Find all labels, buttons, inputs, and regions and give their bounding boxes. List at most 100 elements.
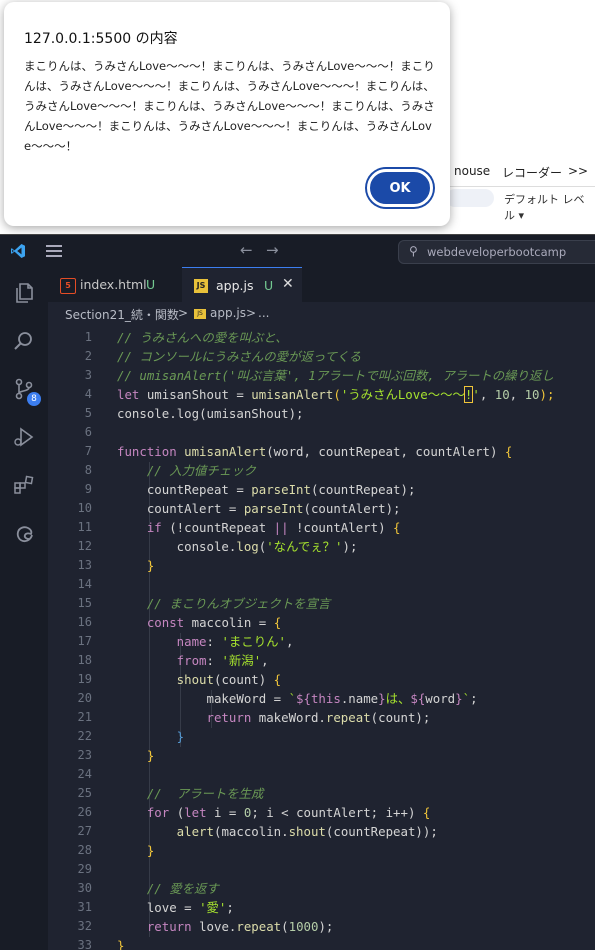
code-line[interactable]: 14 xyxy=(48,575,595,594)
code-editor[interactable]: 1 // うみさんへの愛を叫ぶと、 2 // コンソールにうみさんの愛が返ってくる 3 /… xyxy=(48,325,595,950)
code-token: love. xyxy=(199,919,237,934)
code-line[interactable]: 3 // umisanAlert('叫ぶ言葉', 1アラートで叫ぶ回数, アラート… xyxy=(48,366,595,385)
code-token: ); xyxy=(539,387,555,402)
code-token: umisanAlert xyxy=(251,387,334,402)
edge-devtools-icon[interactable] xyxy=(12,521,36,545)
code-line[interactable]: 27 alert(maccolin.shout(countRepeat)); xyxy=(48,822,595,841)
filter-input[interactable] xyxy=(446,189,494,207)
line-number: 4 xyxy=(84,387,92,401)
code-line[interactable]: 30 // 愛を返す xyxy=(48,879,595,898)
code-token: { xyxy=(393,520,401,535)
code-text: from: '新潟', xyxy=(117,651,269,670)
code-line[interactable]: 15 // まこりんオブジェクトを宣言 xyxy=(48,594,595,613)
code-token: '新潟' xyxy=(221,653,262,668)
code-line[interactable]: 11 if (!countRepeat || !countAlert) { xyxy=(48,518,595,537)
breadcrumb-folder[interactable]: Section21_続・関数 xyxy=(65,306,179,323)
close-icon[interactable]: ✕ xyxy=(282,276,294,292)
code-token: name xyxy=(117,634,207,649)
tab-index-html[interactable]: 5 index.html U xyxy=(48,267,178,302)
code-text: // アラートを生成 xyxy=(117,784,264,803)
line-number: 8 xyxy=(84,463,92,477)
code-line[interactable]: 8 // 入力値チェック xyxy=(48,461,595,480)
code-line[interactable]: 28 } xyxy=(48,841,595,860)
code-token: // うみさんへの愛を叫ぶと、 xyxy=(117,330,288,345)
code-token: ); xyxy=(318,919,334,934)
tab-app-js[interactable]: JS app.js U ✕ xyxy=(182,267,302,303)
code-token: makeWord. xyxy=(258,710,326,725)
code-line[interactable]: 6 xyxy=(48,423,595,442)
line-number: 32 xyxy=(77,919,92,933)
line-number: 31 xyxy=(77,900,92,914)
line-number: 23 xyxy=(77,748,92,762)
code-token: ' xyxy=(472,387,480,402)
command-center-search[interactable]: ⚲ webdeveloperbootcamp xyxy=(398,240,595,264)
code-line[interactable]: 20 makeWord = `${this.name}は、${word}`; xyxy=(48,689,595,708)
code-token: } xyxy=(117,729,185,744)
devtools-tab-recorder[interactable]: レコーダー xyxy=(502,164,562,181)
code-line[interactable]: 33} xyxy=(48,936,595,950)
code-token: parseInt xyxy=(251,482,311,497)
code-line[interactable]: 32 return love.repeat(1000); xyxy=(48,917,595,936)
search-icon[interactable] xyxy=(12,329,36,353)
code-token: // アラートを生成 xyxy=(117,786,264,801)
line-number: 12 xyxy=(77,539,92,553)
code-token: } xyxy=(378,691,386,706)
code-text: console.log(umisanShout); xyxy=(117,404,304,423)
code-line[interactable]: 29 xyxy=(48,860,595,879)
search-icon: ⚲ xyxy=(409,244,418,258)
code-line[interactable]: 2 // コンソールにうみさんの愛が返ってくる xyxy=(48,347,595,366)
run-debug-icon[interactable] xyxy=(12,425,36,449)
line-number: 15 xyxy=(77,596,92,610)
log-level-select[interactable]: デフォルト レベル ▾ xyxy=(504,191,595,223)
code-token: || xyxy=(273,520,289,535)
alert-message: まこりんは、うみさんLove〜〜〜！まこりんは、うみさんLove〜〜〜！まこりん… xyxy=(24,59,435,153)
code-line[interactable]: 4 let umisanShout = umisanAlert('うみさんLove… xyxy=(48,385,595,404)
explorer-icon[interactable] xyxy=(12,281,36,305)
code-line[interactable]: 7 function umisanAlert(word, countRepeat,… xyxy=(48,442,595,461)
code-line[interactable]: 9 countRepeat = parseInt(countRepeat); xyxy=(48,480,595,499)
code-line[interactable]: 12 console.log('なんでぇ？'); xyxy=(48,537,595,556)
code-line[interactable]: 21 return makeWord.repeat(count); xyxy=(48,708,595,727)
line-number: 29 xyxy=(77,862,92,876)
code-token: let xyxy=(184,805,214,820)
code-line[interactable]: 26 for (let i = 0; i < countAlert; i++) … xyxy=(48,803,595,822)
ok-button[interactable]: OK xyxy=(367,169,433,207)
code-line[interactable]: 13 } xyxy=(48,556,595,575)
code-text: } xyxy=(117,746,154,765)
extensions-icon[interactable] xyxy=(12,473,36,497)
code-token: umisanAlert xyxy=(184,444,267,459)
code-line[interactable]: 5 console.log(umisanShout); xyxy=(48,404,595,423)
code-token: ; xyxy=(470,691,478,706)
code-line[interactable]: 24 xyxy=(48,765,595,784)
source-control-icon[interactable]: 8 xyxy=(12,377,41,406)
hamburger-menu-icon[interactable] xyxy=(46,245,62,257)
code-line[interactable]: 17 name: 'まこりん', xyxy=(48,632,595,651)
code-line[interactable]: 19 shout(count) { xyxy=(48,670,595,689)
code-token: 'うみさんLove〜〜〜 xyxy=(340,387,465,402)
back-arrow-icon[interactable]: ← xyxy=(240,241,253,259)
alert-dialog: 127.0.0.1:5500 の内容 まこりんは、うみさんLove〜〜〜！まこり… xyxy=(4,2,450,226)
code-line[interactable]: 31 love = '愛'; xyxy=(48,898,595,917)
code-line[interactable]: 10 countAlert = parseInt(countAlert); xyxy=(48,499,595,518)
code-text: makeWord = `${this.name}は、${word}`; xyxy=(117,689,478,708)
forward-arrow-icon[interactable]: → xyxy=(266,241,279,259)
modified-indicator: U xyxy=(264,278,274,293)
code-line[interactable]: 18 from: '新潟', xyxy=(48,651,595,670)
code-token: countRepeat = xyxy=(117,482,252,497)
breadcrumb-file[interactable]: app.js xyxy=(210,306,246,320)
code-text: return love.repeat(1000); xyxy=(117,917,334,936)
modified-indicator: U xyxy=(146,277,156,292)
code-line[interactable]: 22 } xyxy=(48,727,595,746)
breadcrumb-symbol[interactable]: ... xyxy=(258,306,269,320)
line-number: 14 xyxy=(77,577,92,591)
code-line[interactable]: 23 } xyxy=(48,746,595,765)
vscode-window: ← → ⚲ webdeveloperbootcamp 8 5 index.htm… xyxy=(0,234,595,950)
code-token: (count) xyxy=(213,672,274,687)
code-line[interactable]: 25 // アラートを生成 xyxy=(48,784,595,803)
devtools-more-tabs-icon[interactable]: >> xyxy=(568,164,588,178)
code-line[interactable]: 1 // うみさんへの愛を叫ぶと、 xyxy=(48,328,595,347)
code-text: let umisanShout = umisanAlert('うみさんLove〜… xyxy=(117,385,554,404)
devtools-tab-lighthouse[interactable]: nouse xyxy=(454,164,490,178)
code-token: (word, countRepeat, countAlert) xyxy=(266,444,505,459)
code-line[interactable]: 16 const maccolin = { xyxy=(48,613,595,632)
